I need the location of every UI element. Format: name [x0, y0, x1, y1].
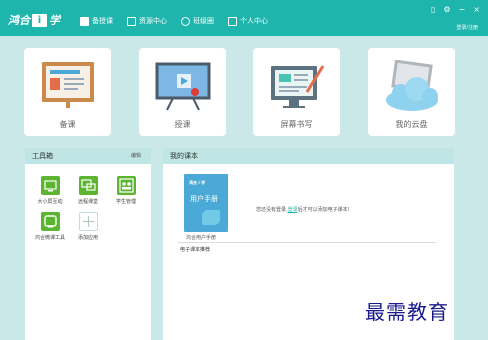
tool-label: 大小屏互动: [37, 199, 63, 205]
book-title: 用户手册: [190, 195, 218, 203]
resource-icon: [127, 16, 136, 26]
add-app-icon: [78, 212, 98, 231]
divider: [178, 242, 436, 243]
logo-suffix: 学: [49, 14, 60, 27]
nav-label: 个人中心: [240, 17, 268, 25]
textbook-title: 我的课本: [170, 152, 198, 160]
screen-write-icon: [270, 65, 324, 108]
toolbox-title: 工具箱: [32, 152, 53, 160]
nav-label: 资源中心: [139, 17, 167, 25]
presentation-icon: [155, 62, 210, 111]
logo-text: 鸿合: [8, 14, 30, 27]
tool-label: 鸿合微课工具: [35, 235, 66, 241]
lesson-icon: [80, 16, 89, 26]
tool-add-app[interactable]: 添加应用: [73, 212, 103, 241]
tile-screen-write[interactable]: 屏幕书写: [253, 48, 340, 136]
nav-item-personal[interactable]: 个人中心: [228, 14, 268, 28]
login-register-link[interactable]: 登录/注册: [456, 24, 478, 31]
hint-login-link[interactable]: 登录: [288, 207, 298, 213]
logo-box: i: [32, 13, 47, 27]
hint-text-after: 后才可以添加电子课本!: [297, 207, 350, 213]
tile-prepare-lesson[interactable]: 备课: [24, 48, 111, 136]
tool-student-manage[interactable]: 学生管理: [111, 176, 141, 205]
tool-label: 远程课堂: [77, 199, 98, 205]
tile-teach[interactable]: 授课: [139, 48, 226, 136]
main-nav: 备授课 资源中心 班级圈 个人中心: [80, 14, 282, 28]
tile-label: 我的云盘: [395, 120, 428, 129]
nav-label: 班级圈: [193, 17, 214, 25]
user-manual-book[interactable]: 鸿合 i 学 用户手册: [184, 174, 228, 232]
nav-item-resources[interactable]: 资源中心: [127, 14, 167, 28]
toolbox-header: 工具箱 编辑: [25, 148, 151, 164]
tile-cloud-drive[interactable]: 我的云盘: [368, 48, 455, 136]
login-hint: 您还没有登录,登录后才可以添加电子课本!: [256, 206, 350, 213]
student-manage-icon: [116, 176, 136, 195]
phone-icon[interactable]: ▯: [431, 5, 435, 14]
textbook-header: 我的课本: [163, 148, 454, 164]
ebook-recommend-label[interactable]: 电子课本推荐: [180, 246, 210, 253]
class-icon: [181, 16, 190, 26]
nav-item-class[interactable]: 班级圈: [181, 14, 214, 28]
book-brand: 鸿合 i 学: [189, 180, 206, 185]
hint-text-before: 您还没有登录,: [256, 207, 288, 213]
window-controls: ▯ ⚙ − ×: [431, 5, 480, 14]
tile-label: 屏幕书写: [280, 120, 313, 129]
nav-label: 备授课: [92, 17, 113, 25]
book-caption: 鸿合用户手册: [186, 235, 217, 241]
tool-screen-interact[interactable]: 大小屏互动: [35, 176, 65, 205]
watermark-text: 最需教育: [365, 300, 449, 324]
minimize-icon[interactable]: −: [459, 5, 466, 14]
close-icon[interactable]: ×: [473, 5, 480, 14]
tile-label: 授课: [174, 120, 191, 129]
lesson-board-icon: [41, 62, 94, 108]
toolbox-panel: 工具箱 编辑 大小屏互动 远程课堂 学生管理 鸿合微课工具 添加应用: [25, 148, 151, 340]
screen-interact-icon: [40, 176, 60, 195]
nav-item-lesson[interactable]: 备授课: [80, 14, 113, 28]
toolbox-edit-button[interactable]: 编辑: [131, 148, 141, 164]
micro-lesson-icon: [40, 212, 60, 231]
tool-micro-lesson[interactable]: 鸿合微课工具: [35, 212, 65, 241]
app-logo: 鸿合 i 学: [8, 12, 60, 28]
tool-label: 添加应用: [77, 235, 98, 241]
tile-label: 备课: [59, 120, 76, 129]
book-emblem-icon: [202, 210, 220, 225]
remote-class-icon: [78, 176, 98, 195]
tool-remote-class[interactable]: 远程课堂: [73, 176, 103, 205]
cloud-drive-icon: [385, 60, 438, 111]
title-bar: 鸿合 i 学 备授课 资源中心 班级圈 个人中心 ▯ ⚙ − × 登录/注册: [0, 0, 488, 36]
tool-label: 学生管理: [115, 199, 136, 205]
gear-icon[interactable]: ⚙: [443, 5, 450, 14]
person-icon: [228, 16, 237, 26]
